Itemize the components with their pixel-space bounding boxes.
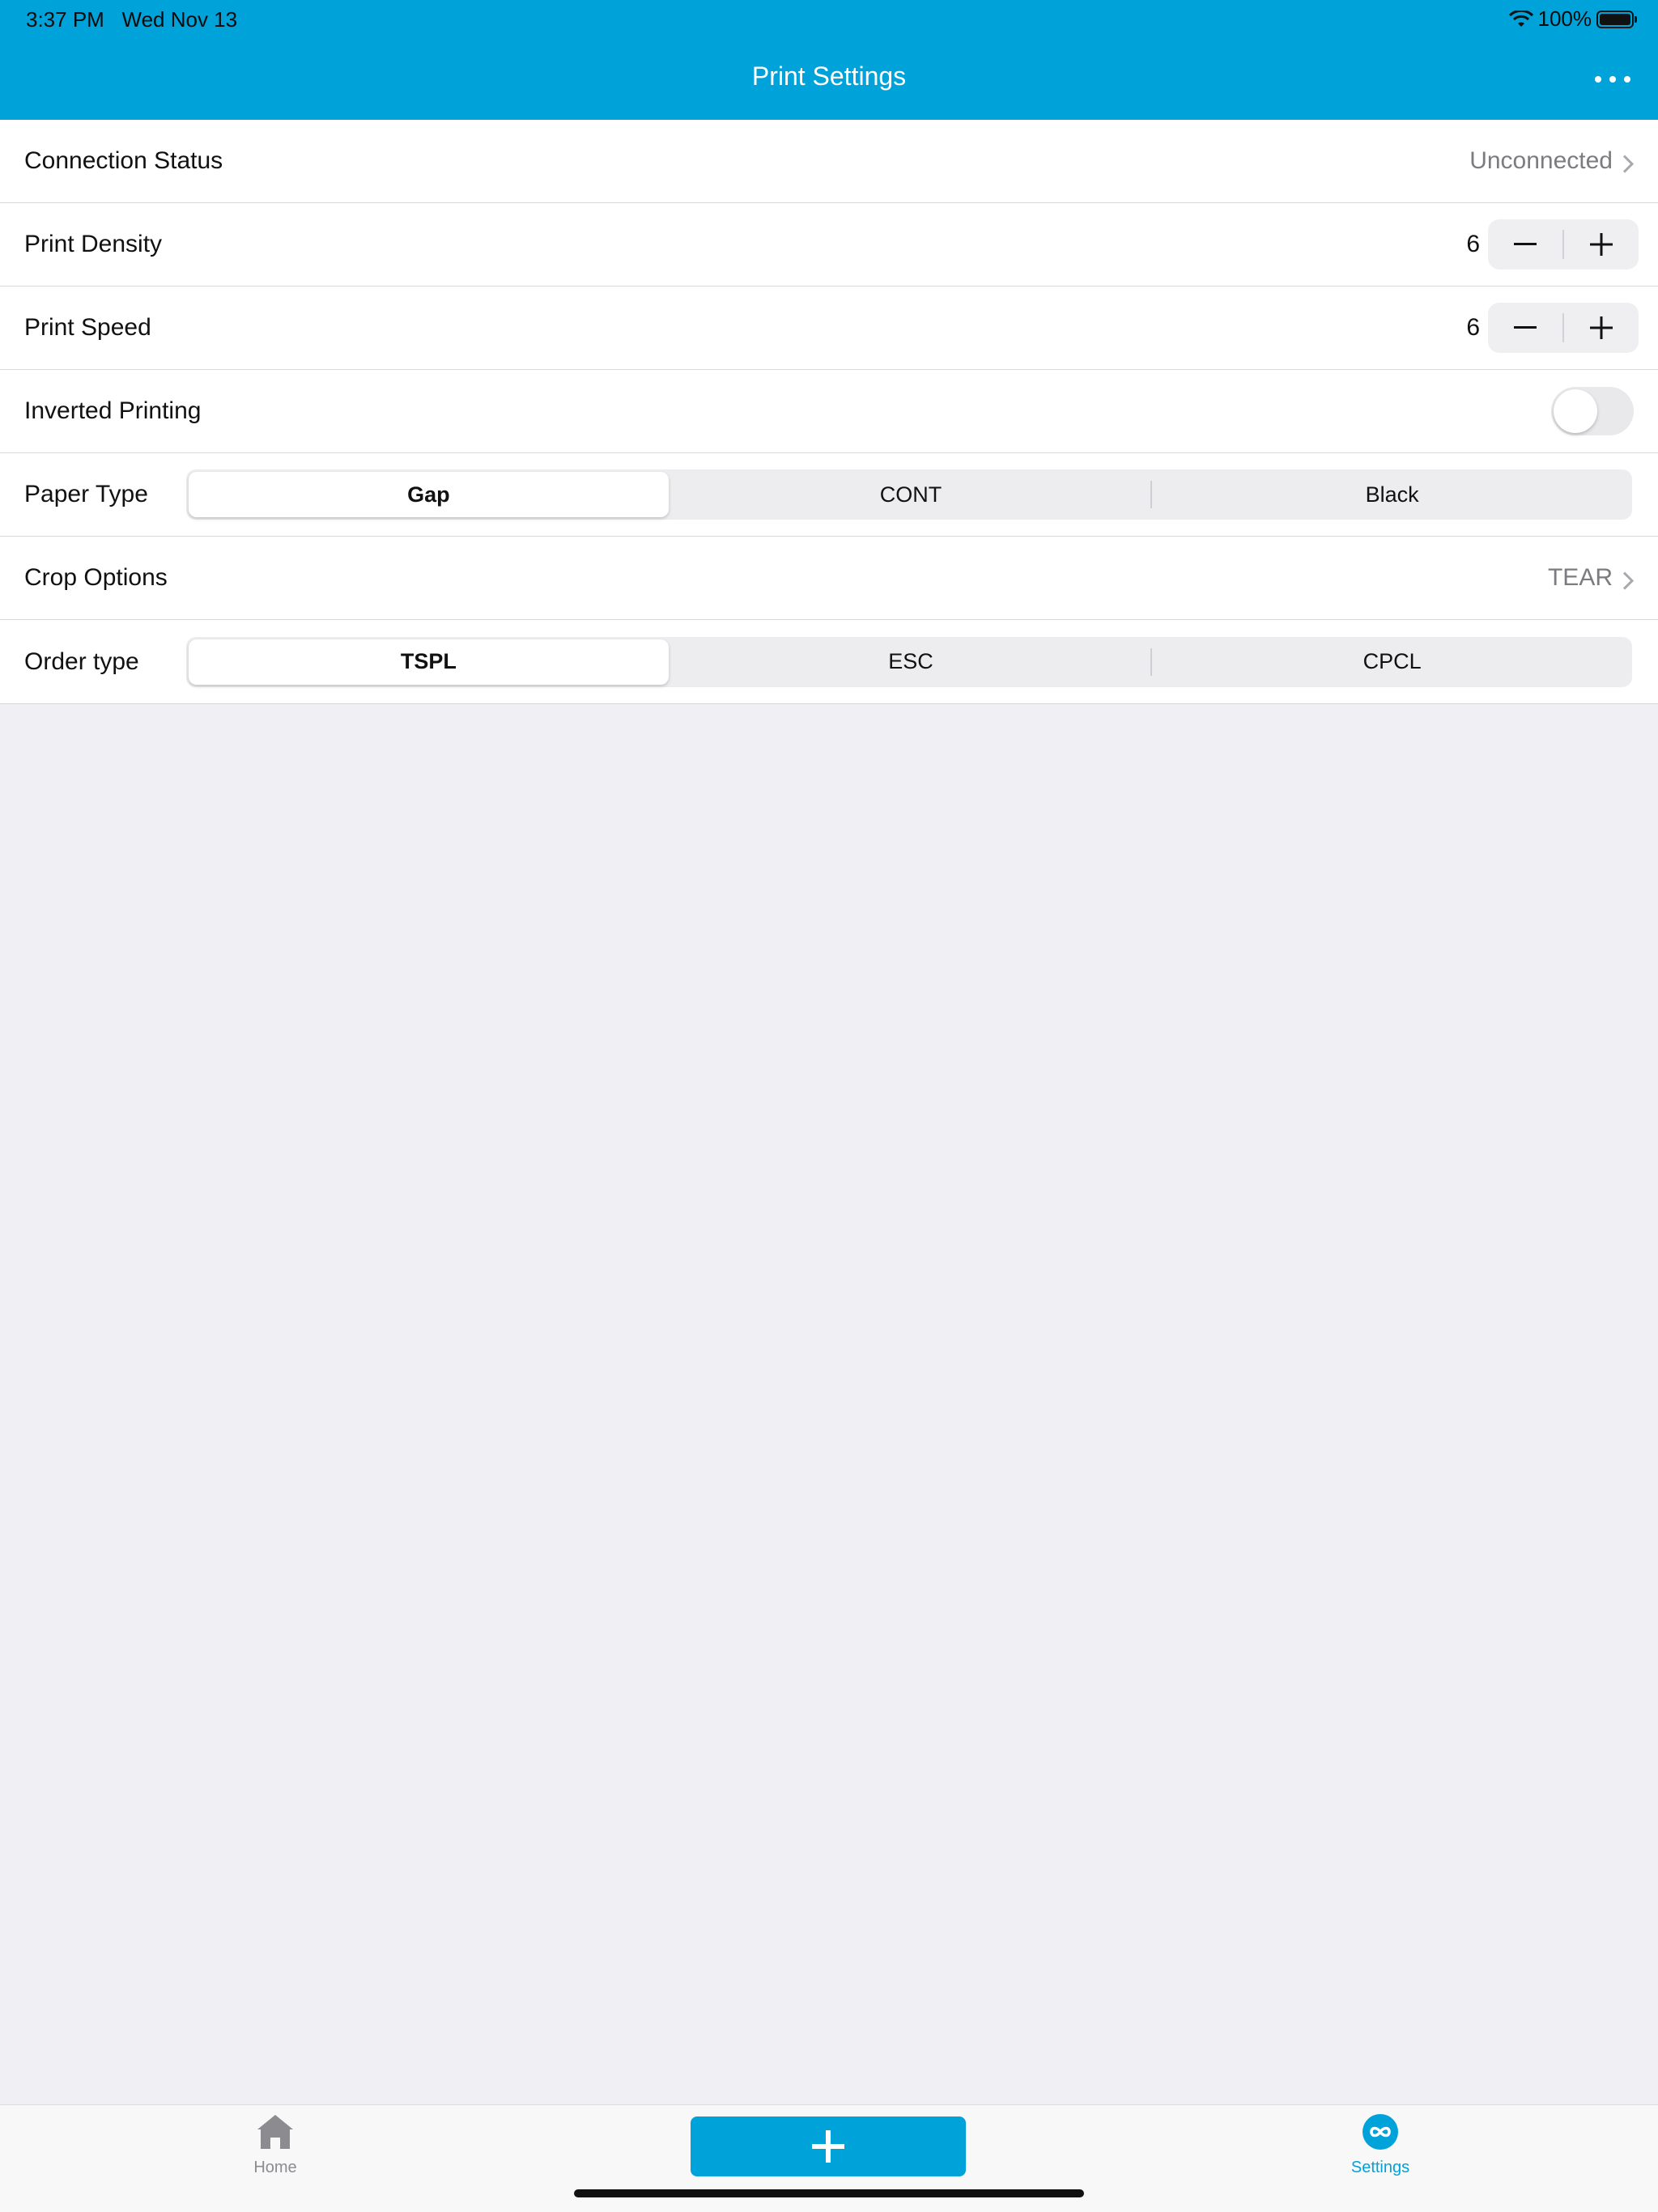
plus-icon xyxy=(1590,316,1613,339)
more-options-button[interactable] xyxy=(1587,63,1639,96)
page-title: Print Settings xyxy=(751,62,907,91)
print-density-stepper xyxy=(1488,219,1639,270)
tab-home-label: Home xyxy=(253,2159,297,2176)
segment-black[interactable]: Black xyxy=(1152,469,1632,520)
battery-icon xyxy=(1596,10,1637,28)
plus-icon xyxy=(1590,233,1613,256)
segment-cont[interactable]: CONT xyxy=(671,469,1151,520)
minus-icon xyxy=(1514,326,1537,329)
print-speed-label: Print Speed xyxy=(24,314,151,341)
print-speed-row: Print Speed 6 xyxy=(0,287,1658,370)
connection-status-value: Unconnected xyxy=(1469,147,1613,174)
minus-icon xyxy=(1514,243,1537,245)
inverted-printing-row: Inverted Printing xyxy=(0,370,1658,453)
crop-options-label: Crop Options xyxy=(24,564,168,591)
settings-icon xyxy=(1363,2114,1398,2150)
plus-icon xyxy=(812,2130,844,2163)
paper-type-segmented-control: Gap CONT Black xyxy=(186,469,1632,520)
print-speed-value: 6 xyxy=(1466,314,1480,341)
add-button[interactable] xyxy=(691,2116,966,2176)
segment-tspl[interactable]: TSPL xyxy=(189,639,669,685)
decrement-button[interactable] xyxy=(1488,303,1562,353)
paper-type-row: Paper Type Gap CONT Black xyxy=(0,453,1658,537)
inverted-printing-toggle[interactable] xyxy=(1551,387,1634,435)
battery-percent: 100% xyxy=(1537,6,1592,31)
segment-esc[interactable]: ESC xyxy=(671,637,1151,687)
segment-cpcl[interactable]: CPCL xyxy=(1152,637,1632,687)
ellipsis-icon xyxy=(1595,76,1601,83)
chevron-right-icon xyxy=(1622,155,1634,173)
increment-button[interactable] xyxy=(1564,303,1639,353)
tab-bar: Home Settings xyxy=(0,2104,1658,2212)
print-density-row: Print Density 6 xyxy=(0,203,1658,287)
connection-status-label: Connection Status xyxy=(24,147,223,174)
print-density-label: Print Density xyxy=(24,231,163,257)
home-indicator xyxy=(574,2189,1084,2197)
inverted-printing-label: Inverted Printing xyxy=(24,397,202,424)
order-type-label: Order type xyxy=(24,647,139,675)
decrement-button[interactable] xyxy=(1488,219,1562,270)
print-density-value: 6 xyxy=(1466,231,1480,257)
increment-button[interactable] xyxy=(1564,219,1639,270)
print-speed-stepper xyxy=(1488,303,1639,353)
status-date: Wed Nov 13 xyxy=(121,7,238,32)
tab-settings-label: Settings xyxy=(1350,2159,1410,2176)
status-bar-time: 3:37 PM Wed Nov 13 xyxy=(26,7,237,32)
tab-settings[interactable]: Settings xyxy=(1299,2105,1461,2177)
order-type-segmented-control: TSPL ESC CPCL xyxy=(186,636,1632,687)
tab-home[interactable]: Home xyxy=(194,2105,356,2177)
paper-type-label: Paper Type xyxy=(24,481,148,507)
home-icon xyxy=(257,2115,293,2149)
crop-options-value: TEAR xyxy=(1547,564,1613,591)
chevron-right-icon xyxy=(1622,571,1634,590)
order-type-row: Order type TSPL ESC CPCL xyxy=(0,620,1658,703)
status-time: 3:37 PM xyxy=(26,7,104,32)
connection-status-row[interactable]: Connection Status Unconnected xyxy=(0,120,1658,203)
crop-options-row[interactable]: Crop Options TEAR xyxy=(0,537,1658,620)
navigation-header: 3:37 PM Wed Nov 13 100% Print Settings xyxy=(0,0,1658,120)
status-bar-right: 100% xyxy=(1508,6,1637,32)
wifi-icon xyxy=(1508,10,1533,27)
settings-list: Connection Status Unconnected Print Dens… xyxy=(0,120,1658,704)
segment-gap[interactable]: Gap xyxy=(189,472,669,517)
